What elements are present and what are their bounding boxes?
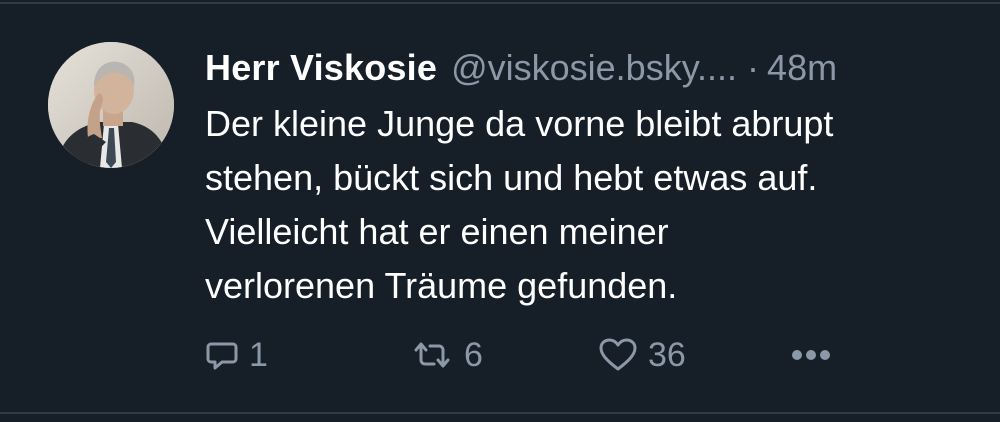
post-timestamp[interactable]: 48m <box>767 44 837 92</box>
reply-count: 1 <box>249 335 268 374</box>
user-avatar-photo <box>48 42 174 168</box>
avatar[interactable] <box>48 42 174 168</box>
more-options-button[interactable] <box>790 330 832 380</box>
post-text-line: Der kleine Junge da vorne bleibt abrupt <box>205 103 834 144</box>
reply-icon <box>205 338 239 372</box>
repost-count: 6 <box>464 335 483 374</box>
post-text-line: verlorenen Träume gefunden. <box>205 265 678 306</box>
repost-icon <box>410 338 454 372</box>
post-actions: 1 6 36 <box>205 330 845 380</box>
author-handle[interactable]: @viskosie.bsky.... <box>451 44 737 92</box>
post-text-line: Vielleicht hat er einen meiner <box>205 211 669 252</box>
meta-separator: · <box>747 47 760 88</box>
repost-button[interactable]: 6 <box>410 330 483 380</box>
reply-button[interactable]: 1 <box>205 330 268 380</box>
more-icon <box>790 348 832 362</box>
author-display-name[interactable]: Herr Viskosie <box>205 44 437 92</box>
post-header: Herr Viskosie @viskosie.bsky.... · 48m <box>205 44 837 92</box>
heart-icon <box>598 337 638 373</box>
post-text: Der kleine Junge da vorne bleibt abrupt … <box>205 97 975 313</box>
post-item[interactable]: Herr Viskosie @viskosie.bsky.... · 48m D… <box>0 0 1000 422</box>
bottom-divider <box>0 412 1000 414</box>
post-text-line: stehen, bückt sich und hebt etwas auf. <box>205 157 818 198</box>
like-button[interactable]: 36 <box>598 330 686 380</box>
like-count: 36 <box>648 335 686 374</box>
